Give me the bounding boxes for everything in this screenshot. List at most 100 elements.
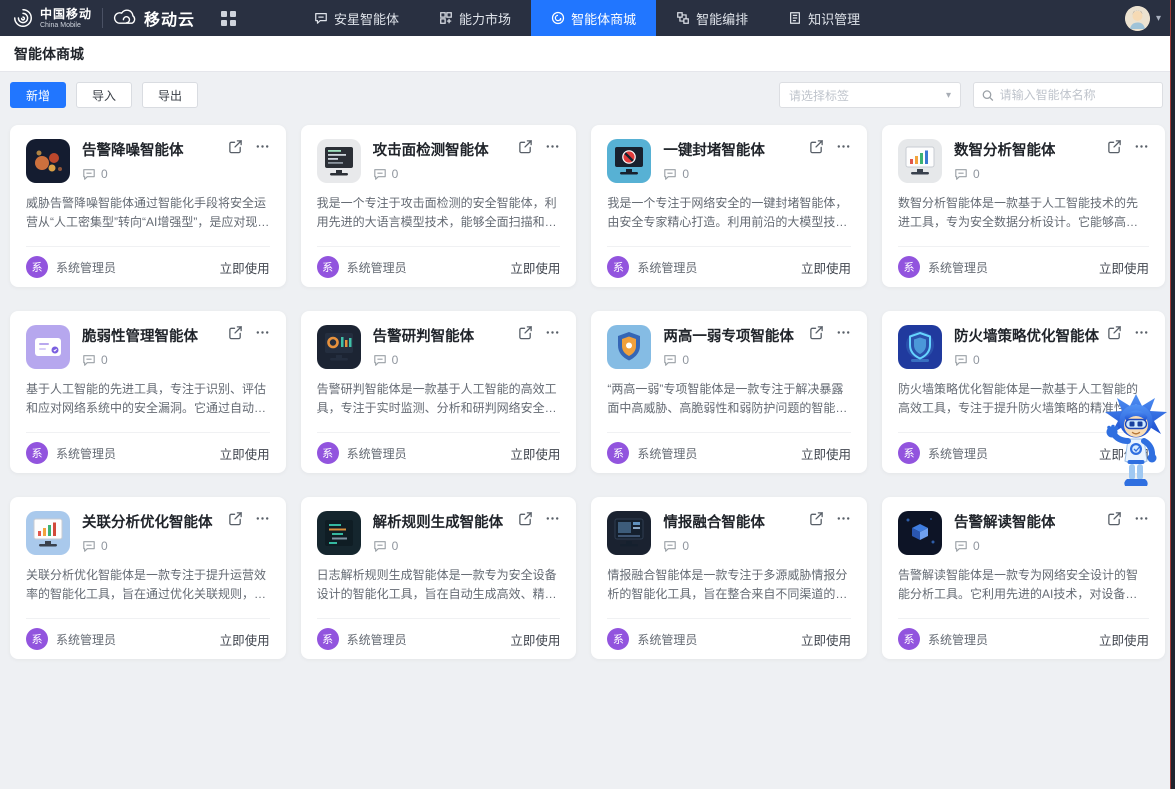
share-icon[interactable]: [518, 139, 533, 154]
nav-item-5[interactable]: 知识管理: [768, 0, 880, 36]
agent-description: 关联分析优化智能体是一款专注于提升运营效率的智能化工具，旨在通过优化关联规则，挖…: [26, 566, 270, 604]
parsing-rule-generation-agent-icon: [317, 511, 361, 555]
share-icon[interactable]: [518, 511, 533, 526]
more-icon[interactable]: [836, 325, 851, 340]
use-now-button[interactable]: 立即使用: [801, 630, 851, 649]
share-icon[interactable]: [518, 325, 533, 340]
comment-icon: [663, 168, 677, 181]
user-avatar[interactable]: [1125, 6, 1150, 31]
nav-item-3[interactable]: 智能体商城: [531, 0, 656, 36]
use-now-button[interactable]: 立即使用: [510, 258, 560, 277]
owner-avatar: 系: [607, 256, 629, 278]
more-icon[interactable]: [1134, 325, 1149, 340]
owner-name: 系统管理员: [347, 631, 407, 648]
agent-card[interactable]: 两高一弱专项智能体 0 “两高一弱”专项智能体是一款专注于解决暴: [591, 311, 867, 473]
owner-avatar: 系: [26, 256, 48, 278]
agent-card[interactable]: 数智分析智能体 0 数智分析智能体是一款基于人工智能技术的先进工: [882, 125, 1165, 287]
owner-name: 系统管理员: [56, 445, 116, 462]
agent-description: 我是一个专注于网络安全的一键封堵智能体，由安全专家精心打造。利用前沿的大模型技术…: [607, 194, 851, 232]
use-now-button[interactable]: 立即使用: [1099, 258, 1149, 277]
agent-card[interactable]: 一键封堵智能体 0 我是一个专注于网络安全的一键封堵智能体，由安: [591, 125, 867, 287]
product-name: 移动云: [144, 6, 195, 30]
comment-count: 0: [954, 539, 1149, 553]
agent-title: 数智分析智能体: [954, 139, 1056, 160]
comment-icon: [82, 168, 96, 181]
share-icon[interactable]: [809, 511, 824, 526]
card-footer: 系 系统管理员 立即使用: [317, 246, 561, 287]
add-button[interactable]: 新增: [10, 82, 66, 108]
agent-card[interactable]: 告警解读智能体 0 告警解读智能体是一款专为网络安全设计的智能分: [882, 497, 1165, 659]
nav-item-1[interactable]: 安星智能体: [294, 0, 419, 36]
capability-market-icon: [439, 11, 453, 25]
share-icon[interactable]: [1107, 325, 1122, 340]
nav-item-2[interactable]: 能力市场: [419, 0, 531, 36]
owner-avatar: 系: [317, 256, 339, 278]
comment-icon: [82, 354, 96, 367]
assistant-mascot[interactable]: [1103, 394, 1169, 496]
agent-card[interactable]: 告警研判智能体 0 告警研判智能体是一款基于人工智能的高效工具，: [301, 311, 577, 473]
use-now-button[interactable]: 立即使用: [220, 630, 270, 649]
more-icon[interactable]: [545, 511, 560, 526]
search-input[interactable]: [1000, 88, 1154, 102]
one-click-blocking-agent-icon: [607, 139, 651, 183]
comment-icon: [663, 540, 677, 553]
agent-description: 基于人工智能的先进工具，专注于识别、评估和应对网络系统中的安全漏洞。它通过自动化…: [26, 380, 270, 418]
share-icon[interactable]: [228, 325, 243, 340]
agent-card[interactable]: 关联分析优化智能体 0 关联分析优化智能体是一款专注于提升运营效: [10, 497, 286, 659]
chevron-down-icon[interactable]: ▾: [1156, 13, 1161, 24]
more-icon[interactable]: [836, 511, 851, 526]
card-footer: 系 系统管理员 立即使用: [607, 618, 851, 659]
share-icon[interactable]: [1107, 511, 1122, 526]
china-mobile-logo-icon: [12, 7, 34, 29]
scrollbar[interactable]: [1170, 0, 1175, 789]
use-now-button[interactable]: 立即使用: [801, 444, 851, 463]
comment-icon: [82, 540, 96, 553]
app-grid-icon[interactable]: [221, 0, 236, 36]
agent-description: 我是一个专注于攻击面检测的安全智能体，利用先进的大语言模型技术，能够全面扫描和分…: [317, 194, 561, 232]
alert-triage-agent-icon: [317, 325, 361, 369]
owner-avatar: 系: [317, 442, 339, 464]
agent-card[interactable]: 解析规则生成智能体 0 日志解析规则生成智能体是一款专为安全设备: [301, 497, 577, 659]
share-icon[interactable]: [228, 511, 243, 526]
use-now-button[interactable]: 立即使用: [1099, 630, 1149, 649]
more-icon[interactable]: [255, 139, 270, 154]
more-icon[interactable]: [1134, 511, 1149, 526]
comment-icon: [954, 540, 968, 553]
nav-item-4[interactable]: 智能编排: [656, 0, 768, 36]
comment-count: 0: [663, 539, 851, 553]
more-icon[interactable]: [255, 511, 270, 526]
more-icon[interactable]: [1134, 139, 1149, 154]
export-button[interactable]: 导出: [142, 82, 198, 108]
comment-count: 0: [82, 539, 270, 553]
card-footer: 系 系统管理员 立即使用: [26, 432, 270, 473]
agent-card[interactable]: 攻击面检测智能体 0 我是一个专注于攻击面检测的安全智能体，利用: [301, 125, 577, 287]
intelligence-fusion-agent-icon: [607, 511, 651, 555]
agent-card[interactable]: 情报融合智能体 0 情报融合智能体是一款专注于多源威胁情报分析的: [591, 497, 867, 659]
import-button[interactable]: 导入: [76, 82, 132, 108]
agent-card[interactable]: 脆弱性管理智能体 0 基于人工智能的先进工具，专注于识别、评估和: [10, 311, 286, 473]
more-icon[interactable]: [836, 139, 851, 154]
share-icon[interactable]: [1107, 139, 1122, 154]
comment-count: 0: [373, 539, 561, 553]
share-icon[interactable]: [228, 139, 243, 154]
tag-select[interactable]: 请选择标签 ▾: [779, 82, 961, 108]
more-icon[interactable]: [255, 325, 270, 340]
agent-card[interactable]: 告警降噪智能体 0 威胁告警降噪智能体通过智能化手段将安全运营从: [10, 125, 286, 287]
more-icon[interactable]: [545, 139, 560, 154]
use-now-button[interactable]: 立即使用: [510, 630, 560, 649]
attack-surface-detection-agent-icon: [317, 139, 361, 183]
use-now-button[interactable]: 立即使用: [510, 444, 560, 463]
comment-count: 0: [954, 167, 1149, 181]
agent-title: 脆弱性管理智能体: [82, 325, 198, 346]
use-now-button[interactable]: 立即使用: [801, 258, 851, 277]
tag-select-placeholder: 请选择标签: [789, 87, 849, 104]
agent-title: 一键封堵智能体: [663, 139, 765, 160]
search-box[interactable]: [973, 82, 1163, 108]
use-now-button[interactable]: 立即使用: [220, 258, 270, 277]
share-icon[interactable]: [809, 325, 824, 340]
use-now-button[interactable]: 立即使用: [220, 444, 270, 463]
operator-name-en: China Mobile: [40, 22, 92, 29]
share-icon[interactable]: [809, 139, 824, 154]
comment-count: 0: [663, 353, 851, 367]
more-icon[interactable]: [545, 325, 560, 340]
